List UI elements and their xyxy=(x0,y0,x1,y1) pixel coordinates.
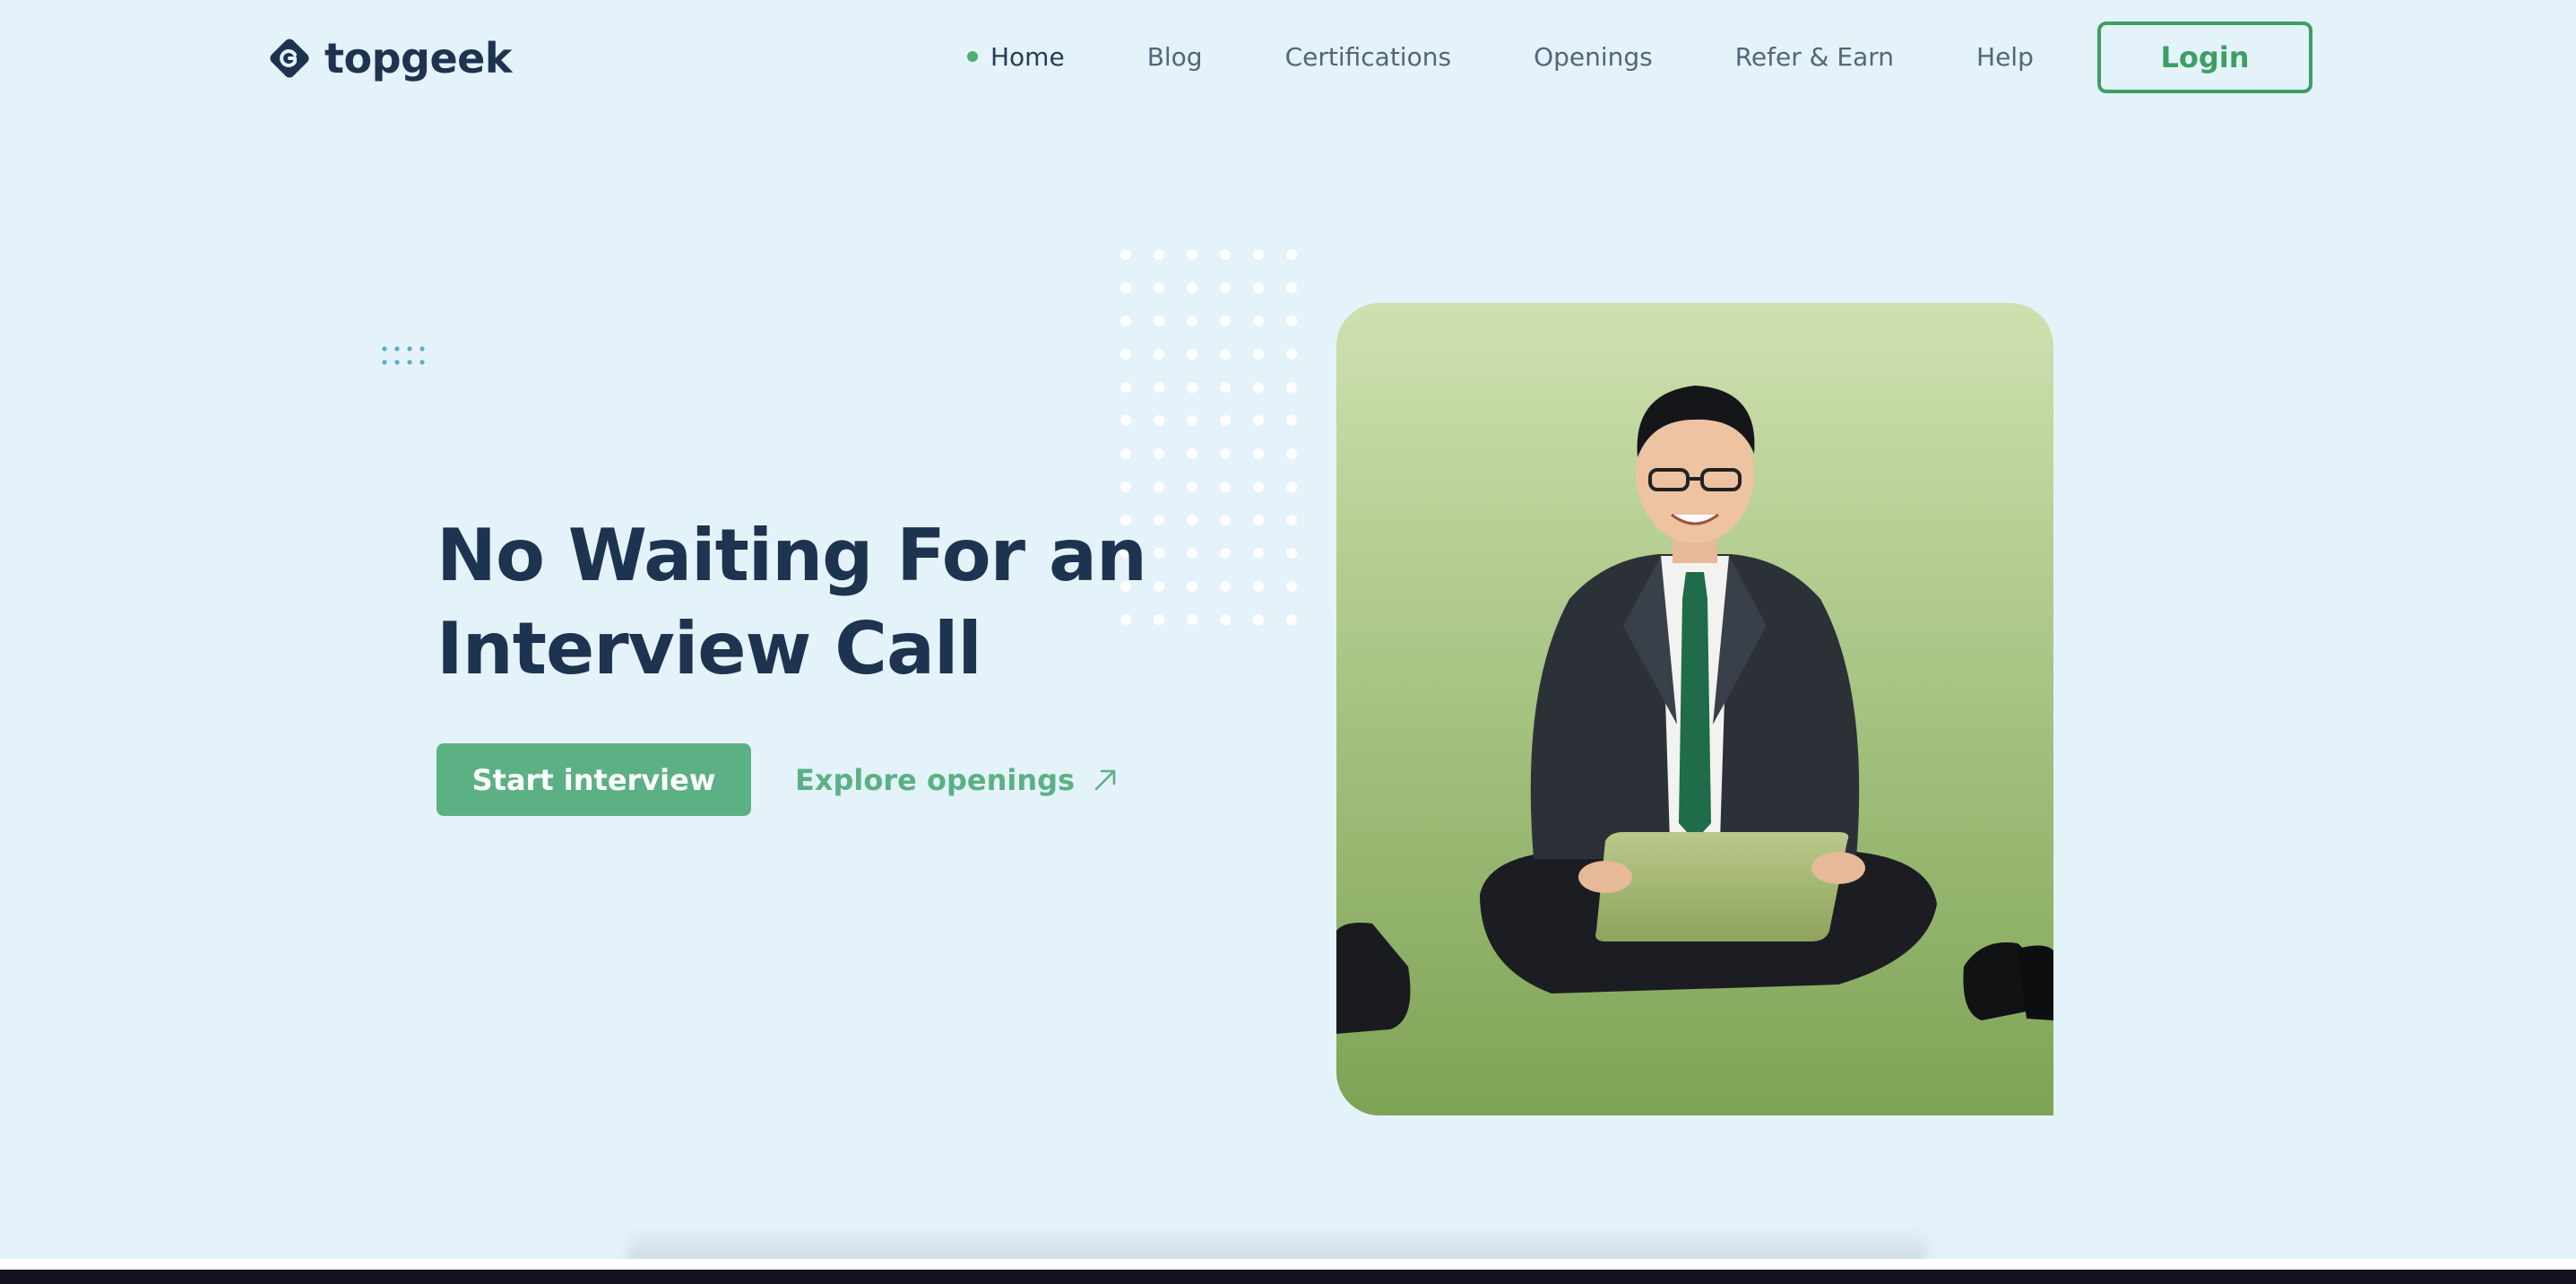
decorative-dot xyxy=(1253,249,1264,260)
decorative-dot xyxy=(1220,282,1231,293)
active-indicator-dot xyxy=(967,51,978,62)
decorative-dot xyxy=(1253,415,1264,426)
nav-item-certifications[interactable]: Certifications xyxy=(1285,42,1451,72)
decorative-dot xyxy=(1253,548,1264,559)
start-interview-button[interactable]: Start interview xyxy=(437,743,751,816)
decorative-dot xyxy=(1154,548,1164,559)
decorative-dot xyxy=(1154,349,1164,360)
nav-item-label: Refer & Earn xyxy=(1734,41,1895,72)
decorative-dot xyxy=(1220,415,1231,426)
nav-item-label: Openings xyxy=(1534,41,1653,72)
decorative-dot xyxy=(1220,581,1231,592)
decorative-dot xyxy=(1220,515,1231,525)
decorative-dot xyxy=(1220,548,1231,559)
explore-openings-link[interactable]: Explore openings xyxy=(795,759,1118,802)
decorative-dot xyxy=(1187,482,1197,492)
decorative-dot xyxy=(1154,448,1164,459)
explore-openings-label: Explore openings xyxy=(795,763,1076,797)
decorative-dot xyxy=(1286,448,1297,459)
decorative-dot xyxy=(1187,249,1197,260)
decorative-dot xyxy=(1286,482,1297,492)
decorative-dot xyxy=(1220,614,1231,625)
decorative-dot xyxy=(1187,614,1197,625)
hero-headline-line-1: No Waiting For an xyxy=(437,514,1147,597)
brand-name: topgeek xyxy=(324,34,512,82)
nav-item-refer-earn[interactable]: Refer & Earn xyxy=(1735,42,1894,72)
decorative-dot xyxy=(1154,482,1164,492)
decorative-dot xyxy=(1220,382,1231,393)
decorative-dot xyxy=(1187,515,1197,525)
decorative-dot xyxy=(1154,249,1164,260)
decorative-dot xyxy=(1253,382,1264,393)
decorative-dot xyxy=(1154,316,1164,326)
decorative-dot xyxy=(1253,581,1264,592)
decorative-dot xyxy=(1120,282,1131,293)
hero-headline-line-2: Interview Call xyxy=(437,607,982,690)
decorative-dot xyxy=(1187,382,1197,393)
decorative-dot xyxy=(1187,415,1197,426)
decorative-dot xyxy=(1286,249,1297,260)
nav-item-help[interactable]: Help xyxy=(1976,42,2034,72)
decorative-dot xyxy=(1286,316,1297,326)
decorative-dot xyxy=(1220,448,1231,459)
decorative-dot xyxy=(1286,614,1297,625)
main-nav: Home Blog Certifications Openings Refer … xyxy=(967,0,2116,113)
arrow-up-right-icon xyxy=(1094,769,1116,791)
decorative-dot xyxy=(1286,349,1297,360)
nav-item-label: Certifications xyxy=(1284,41,1452,72)
decorative-dot xyxy=(1120,349,1131,360)
decorative-dot xyxy=(1220,482,1231,492)
decorative-dot xyxy=(1187,448,1197,459)
decorative-dot xyxy=(1286,282,1297,293)
decorative-dot xyxy=(1187,349,1197,360)
decorative-dot xyxy=(1286,515,1297,525)
decorative-dot xyxy=(1154,415,1164,426)
decorative-dot xyxy=(1220,249,1231,260)
nav-item-blog[interactable]: Blog xyxy=(1147,42,1203,72)
hero-image xyxy=(1336,303,2053,1115)
decorative-dot xyxy=(1154,282,1164,293)
decorative-dot xyxy=(1286,581,1297,592)
decorative-dot xyxy=(1220,316,1231,326)
decorative-dot xyxy=(1120,316,1131,326)
window-bottom-edge xyxy=(0,1270,2576,1284)
decorative-dot xyxy=(1253,448,1264,459)
login-button[interactable]: Login xyxy=(2097,22,2312,93)
decorative-dot xyxy=(1253,614,1264,625)
person-with-laptop-illustration xyxy=(1336,303,2053,1115)
hero-headline: No Waiting For an Interview Call xyxy=(437,509,1154,696)
decorative-dot xyxy=(1286,382,1297,393)
decorative-dot xyxy=(1154,382,1164,393)
nav-item-label: Help xyxy=(1976,41,2034,72)
decorative-dot xyxy=(1253,349,1264,360)
nav-item-home[interactable]: Home xyxy=(967,42,1065,72)
decorative-dot xyxy=(1286,548,1297,559)
decorative-dot xyxy=(1220,349,1231,360)
nav-item-openings[interactable]: Openings xyxy=(1534,42,1653,72)
brand-logo[interactable]: topgeek xyxy=(267,34,512,82)
decorative-dot xyxy=(1253,282,1264,293)
decorative-dot xyxy=(1120,482,1131,492)
decorative-dot xyxy=(1286,415,1297,426)
decorative-dots-small xyxy=(382,346,425,365)
decorative-dot xyxy=(1120,249,1131,260)
decorative-dot xyxy=(1253,316,1264,326)
decorative-dot xyxy=(1154,515,1164,525)
decorative-dot xyxy=(1120,382,1131,393)
nav-item-label: Home xyxy=(990,41,1065,72)
decorative-dot xyxy=(1120,415,1131,426)
diamond-g-logo-icon xyxy=(270,39,309,78)
decorative-dot xyxy=(1154,614,1164,625)
decorative-dot xyxy=(1253,482,1264,492)
decorative-dot xyxy=(1187,282,1197,293)
decorative-dot xyxy=(1253,515,1264,525)
decorative-dot xyxy=(1120,448,1131,459)
decorative-dot xyxy=(1187,548,1197,559)
decorative-dot xyxy=(1154,581,1164,592)
nav-item-label: Blog xyxy=(1146,41,1203,72)
decorative-dot xyxy=(1187,581,1197,592)
decorative-dot xyxy=(1187,316,1197,326)
